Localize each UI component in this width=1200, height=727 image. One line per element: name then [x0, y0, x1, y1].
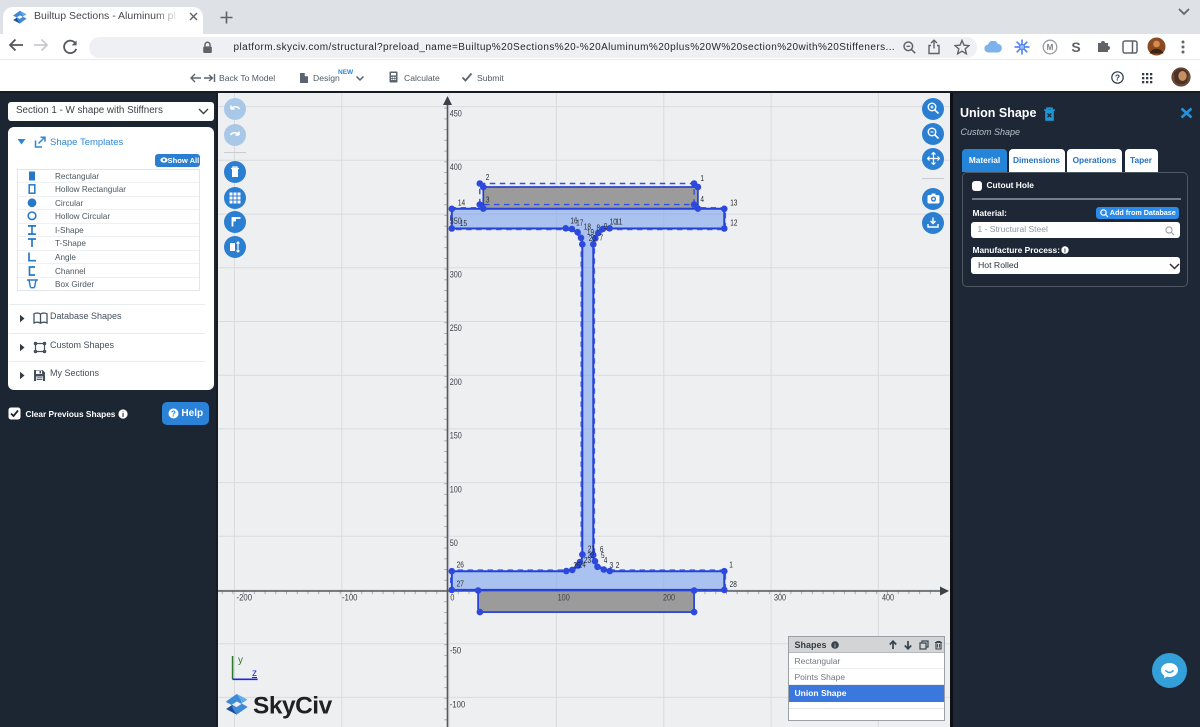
svg-text:1: 1: [729, 561, 733, 570]
svg-text:-50: -50: [450, 646, 462, 656]
svg-text:250: 250: [450, 323, 462, 333]
svg-text:i: i: [121, 410, 123, 419]
svg-text:?: ?: [1115, 73, 1120, 83]
svg-text:2: 2: [486, 173, 490, 182]
svg-text:z: z: [252, 668, 257, 679]
svg-text:M: M: [1047, 43, 1054, 52]
svg-text:400: 400: [450, 162, 462, 172]
svg-text:7: 7: [600, 234, 604, 243]
svg-text:4: 4: [604, 556, 608, 565]
svg-text:8: 8: [597, 224, 601, 233]
svg-text:150: 150: [450, 431, 462, 441]
svg-text:26: 26: [457, 561, 465, 570]
svg-text:50: 50: [450, 538, 458, 548]
svg-text:27: 27: [457, 580, 465, 589]
svg-text:1: 1: [700, 174, 704, 183]
svg-text:300: 300: [774, 592, 786, 602]
svg-text:25: 25: [573, 561, 581, 570]
svg-text:200: 200: [450, 377, 462, 387]
svg-text:2: 2: [616, 561, 620, 570]
svg-text:3: 3: [610, 561, 614, 570]
svg-text:12: 12: [730, 218, 738, 227]
svg-text:9: 9: [604, 222, 608, 231]
svg-text:28: 28: [730, 580, 738, 589]
svg-text:S: S: [1071, 39, 1080, 55]
svg-text:-200: -200: [237, 592, 253, 602]
svg-text:15: 15: [460, 219, 468, 228]
svg-text:14: 14: [458, 198, 466, 207]
svg-text:?: ?: [171, 409, 176, 418]
svg-text:3: 3: [486, 195, 490, 204]
svg-text:4: 4: [700, 195, 704, 204]
svg-text:100: 100: [558, 592, 570, 602]
svg-text:300: 300: [450, 270, 462, 280]
svg-text:20: 20: [589, 234, 597, 243]
svg-text:0: 0: [450, 592, 454, 602]
svg-text:y: y: [238, 655, 243, 666]
svg-text:13: 13: [730, 198, 738, 207]
svg-text:17: 17: [576, 218, 584, 227]
svg-text:SkyCiv: SkyCiv: [253, 693, 333, 720]
svg-text:-100: -100: [450, 699, 466, 709]
svg-text:11: 11: [615, 218, 623, 227]
svg-text:200: 200: [663, 592, 675, 602]
svg-text:100: 100: [450, 484, 462, 494]
svg-text:400: 400: [882, 592, 894, 602]
svg-text:-100: -100: [342, 592, 358, 602]
svg-text:450: 450: [450, 108, 462, 118]
